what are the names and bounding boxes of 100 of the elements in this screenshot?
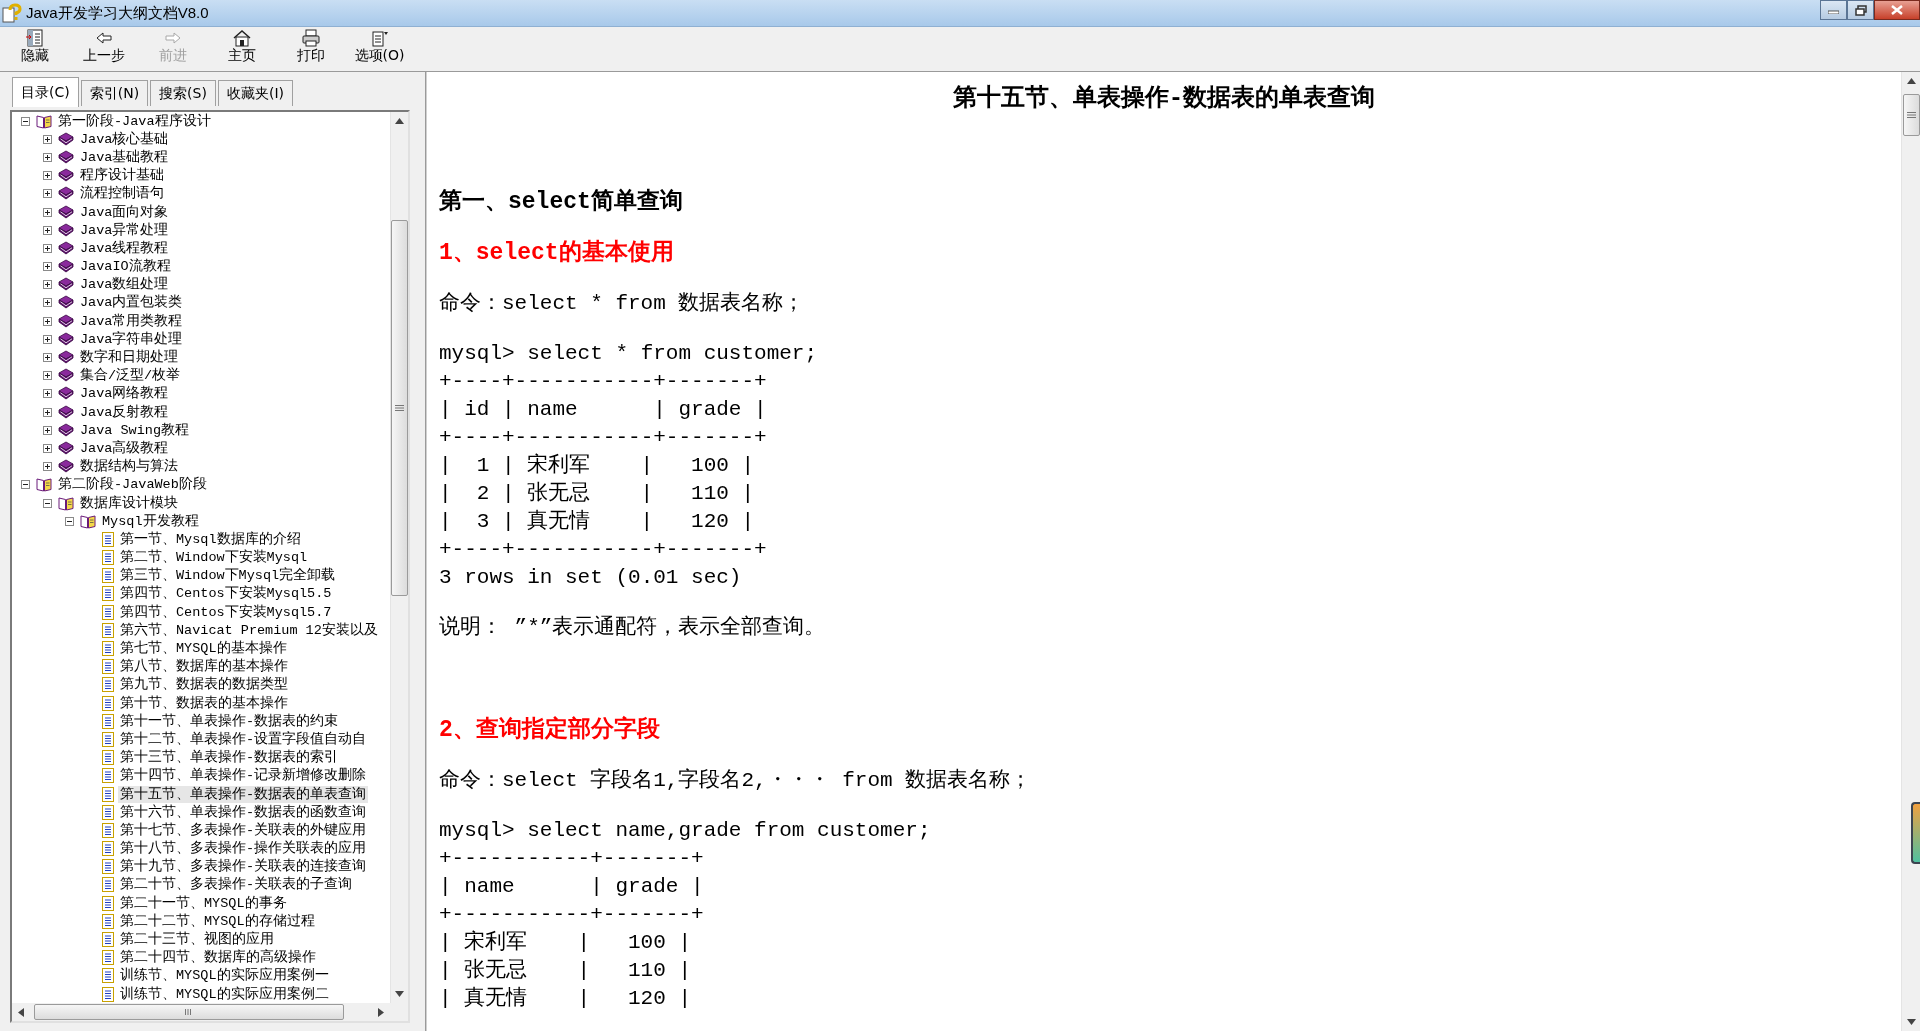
expand-icon[interactable] bbox=[42, 462, 52, 472]
tree-item[interactable]: 第十一节、单表操作-数据表的约束 bbox=[118, 712, 341, 730]
tree-item[interactable]: 第十二节、单表操作-设置字段值自动自 bbox=[118, 730, 369, 748]
book-icon bbox=[58, 204, 74, 220]
tree-item[interactable]: 第一阶段-Java程序设计 bbox=[56, 112, 213, 130]
tree-item[interactable]: Java Swing教程 bbox=[78, 421, 191, 439]
tab[interactable]: 目录(C) bbox=[12, 77, 79, 107]
tree-item[interactable]: 第十七节、多表操作-关联表的外键应用 bbox=[118, 821, 369, 839]
expand-icon[interactable] bbox=[42, 134, 52, 144]
tree-item[interactable]: 第二十三节、视图的应用 bbox=[118, 931, 276, 949]
expand-icon[interactable] bbox=[42, 262, 52, 272]
expand-icon[interactable] bbox=[42, 152, 52, 162]
scroll-thumb[interactable] bbox=[391, 220, 408, 596]
tree-item[interactable]: 流程控制语句 bbox=[78, 185, 166, 203]
tree-item[interactable]: 第四节、Centos下安装Mysql5.7 bbox=[118, 603, 334, 621]
scroll-down-icon[interactable] bbox=[1906, 1019, 1916, 1025]
toolbar-button[interactable]: 隐藏 bbox=[0, 27, 69, 69]
collapse-icon[interactable] bbox=[64, 516, 74, 526]
tree-item[interactable]: 数据库设计模块 bbox=[78, 494, 180, 512]
tree-item[interactable]: 第二节、Window下安装Mysql bbox=[118, 549, 310, 567]
tree-item[interactable]: Java内置包装类 bbox=[78, 294, 185, 312]
tree-item[interactable]: 第四节、Centos下安装Mysql5.5 bbox=[118, 585, 334, 603]
expand-icon[interactable] bbox=[42, 207, 52, 217]
tree-item[interactable]: 集合/泛型/枚举 bbox=[78, 367, 183, 385]
tree-item[interactable]: 第七节、MYSQL的基本操作 bbox=[118, 640, 289, 658]
expand-icon[interactable] bbox=[42, 298, 52, 308]
tree-item[interactable]: 训练节、MYSQL的实际应用案例一 bbox=[118, 967, 331, 985]
scroll-up-icon[interactable] bbox=[395, 118, 404, 124]
expand-icon[interactable] bbox=[42, 353, 52, 363]
toolbar-button[interactable]: 选项(O) bbox=[345, 27, 414, 69]
tree-item[interactable]: Java网络教程 bbox=[78, 385, 171, 403]
tree-item[interactable]: Java核心基础 bbox=[78, 130, 171, 148]
tree-item[interactable]: Java高级教程 bbox=[78, 439, 171, 457]
tree-item[interactable]: 第九节、数据表的数据类型 bbox=[118, 676, 290, 694]
tree-item[interactable]: 第二十一节、MYSQL的事务 bbox=[118, 894, 289, 912]
tree-item[interactable]: 第三节、Window下Mysql完全卸载 bbox=[118, 567, 338, 585]
tree-item[interactable]: JavaIO流教程 bbox=[78, 258, 173, 276]
toolbar-button[interactable]: 打印 bbox=[276, 27, 345, 69]
tree-item[interactable]: Java数组处理 bbox=[78, 276, 171, 294]
tree-item[interactable]: 第二十节、多表操作-关联表的子查询 bbox=[118, 876, 355, 894]
tree-item[interactable]: 第十六节、单表操作-数据表的函数查询 bbox=[118, 803, 369, 821]
tree-item[interactable]: 程序设计基础 bbox=[78, 167, 166, 185]
scroll-up-icon[interactable] bbox=[1906, 78, 1916, 84]
expand-icon[interactable] bbox=[42, 425, 52, 435]
expand-icon[interactable] bbox=[42, 334, 52, 344]
tree-item[interactable]: 数据结构与算法 bbox=[78, 458, 180, 476]
scroll-thumb[interactable] bbox=[34, 1004, 344, 1020]
tab[interactable]: 索引(N) bbox=[80, 80, 149, 106]
expand-icon[interactable] bbox=[42, 316, 52, 326]
tree-item[interactable]: 数字和日期处理 bbox=[78, 349, 180, 367]
tree-item[interactable]: Java反射教程 bbox=[78, 403, 171, 421]
expand-icon[interactable] bbox=[42, 243, 52, 253]
minimize-button[interactable] bbox=[1820, 0, 1847, 20]
tree-item[interactable]: 第十九节、多表操作-关联表的连接查询 bbox=[118, 858, 369, 876]
expand-icon[interactable] bbox=[42, 225, 52, 235]
collapse-icon[interactable] bbox=[42, 498, 52, 508]
tree-item[interactable]: Java字符串处理 bbox=[78, 330, 185, 348]
toolbar-button[interactable]: 上一步 bbox=[69, 27, 138, 69]
expand-icon[interactable] bbox=[42, 171, 52, 181]
tree-item[interactable]: Java常用类教程 bbox=[78, 312, 185, 330]
meter-widget-icon[interactable] bbox=[1911, 802, 1920, 864]
tree-item[interactable]: 第十八节、多表操作-操作关联表的应用 bbox=[118, 840, 369, 858]
tree-item[interactable]: 第十五节、单表操作-数据表的单表查询 bbox=[118, 785, 369, 803]
expand-icon[interactable] bbox=[42, 407, 52, 417]
tree-item[interactable]: 第十四节、单表操作-记录新增修改删除 bbox=[118, 767, 369, 785]
scrollbar[interactable] bbox=[12, 1003, 390, 1021]
tree-item[interactable]: Java异常处理 bbox=[78, 221, 171, 239]
tree-item[interactable]: 第十三节、单表操作-数据表的索引 bbox=[118, 749, 341, 767]
tree-item[interactable]: 训练节、MYSQL的实际应用案例二 bbox=[118, 985, 331, 1003]
tab[interactable]: 搜索(S) bbox=[150, 80, 216, 106]
tree-item[interactable]: 第六节、Navicat Premium 12安装以及 bbox=[118, 621, 380, 639]
tree-item[interactable]: Java面向对象 bbox=[78, 203, 171, 221]
close-button[interactable] bbox=[1874, 0, 1920, 20]
collapse-icon[interactable] bbox=[20, 480, 30, 490]
scrollbar[interactable] bbox=[390, 112, 408, 1003]
expand-icon[interactable] bbox=[42, 371, 52, 381]
tree-item[interactable]: 第八节、数据库的基本操作 bbox=[118, 658, 290, 676]
scroll-down-icon[interactable] bbox=[395, 991, 404, 997]
collapse-icon[interactable] bbox=[20, 116, 30, 126]
scroll-right-icon[interactable] bbox=[378, 1007, 384, 1017]
expand-icon[interactable] bbox=[42, 189, 52, 199]
tree-item[interactable]: 第二十二节、MYSQL的存储过程 bbox=[118, 912, 317, 930]
toolbar-button[interactable]: 主页 bbox=[207, 27, 276, 69]
expand-icon[interactable] bbox=[42, 280, 52, 290]
page-icon bbox=[102, 604, 114, 620]
tree-item[interactable]: 第十节、数据表的基本操作 bbox=[118, 694, 290, 712]
scroll-thumb[interactable] bbox=[1902, 94, 1920, 136]
scroll-left-icon[interactable] bbox=[18, 1007, 24, 1017]
scrollbar[interactable] bbox=[1901, 72, 1920, 1031]
tree-item[interactable]: 第二十四节、数据库的高级操作 bbox=[118, 949, 318, 967]
restore-button[interactable] bbox=[1847, 0, 1874, 20]
expand-icon[interactable] bbox=[42, 443, 52, 453]
tree-item[interactable]: 第二阶段-JavaWeb阶段 bbox=[56, 476, 209, 494]
tree-item[interactable]: Mysql开发教程 bbox=[100, 512, 201, 530]
tree-item[interactable]: Java基础教程 bbox=[78, 148, 171, 166]
console-line: | 宋利军 | 100 | bbox=[439, 929, 692, 956]
tree-item[interactable]: 第一节、Mysql数据库的介绍 bbox=[118, 530, 303, 548]
tree-item[interactable]: Java线程教程 bbox=[78, 239, 171, 257]
tab[interactable]: 收藏夹(I) bbox=[217, 80, 293, 106]
expand-icon[interactable] bbox=[42, 389, 52, 399]
